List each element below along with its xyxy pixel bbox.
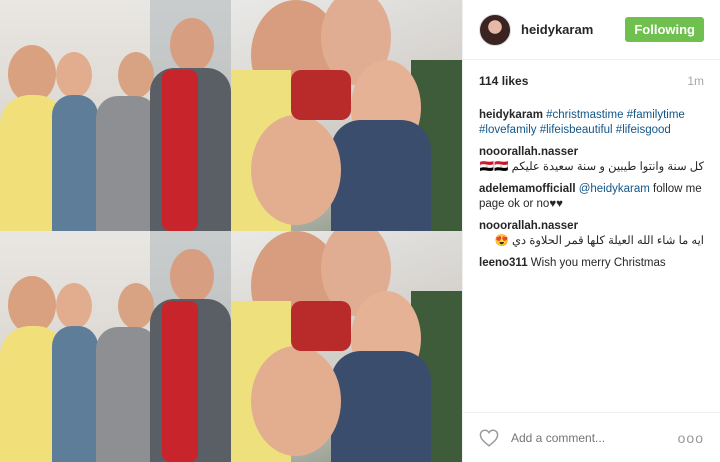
comment-username[interactable]: nooorallah.nasser [479, 220, 578, 232]
comment-username[interactable]: nooorallah.nasser [479, 146, 578, 158]
comment-mention[interactable]: @heidykaram [579, 183, 650, 195]
comment-text: ايه ما شاء الله العيلة كلها قمر الحلاوة … [494, 235, 704, 247]
caption: heidykaram #christmastime #familytime #l… [479, 108, 704, 138]
photo-tile-family-standing-repeat [0, 231, 231, 462]
more-options-icon[interactable]: ooo [678, 430, 704, 446]
comment-bar: ooo [463, 412, 720, 462]
comment-list: heidykaram #christmastime #familytime #l… [463, 96, 720, 412]
list-item: nooorallah.nasser ايه ما شاء الله العيلة… [479, 219, 704, 249]
list-item: leeno311 Wish you merry Christmas [479, 256, 704, 271]
heart-icon[interactable] [479, 428, 499, 447]
post-sidebar: heidykaram Following 114 likes 1m heidyk… [462, 0, 720, 462]
post-stats: 114 likes 1m [463, 60, 720, 96]
likes-count[interactable]: 114 likes [479, 74, 528, 88]
photo-tile-family-standing [0, 0, 231, 231]
comment-text: كل سنة وانتوا طيبين و سنة سعيدة عليكم 🇪🇬… [479, 161, 704, 173]
post-age[interactable]: 1m [687, 74, 704, 88]
comment-username[interactable]: leeno311 [479, 257, 528, 269]
avatar[interactable] [479, 13, 511, 46]
comment-text: Wish you merry Christmas [530, 257, 666, 269]
following-button[interactable]: Following [625, 17, 704, 42]
post-author-username[interactable]: heidykaram [521, 22, 625, 37]
post-photo[interactable] [0, 0, 462, 462]
comment-username[interactable]: adelemamofficiall [479, 183, 576, 195]
post-header: heidykaram Following [463, 0, 720, 60]
instagram-post: heidykaram Following 114 likes 1m heidyk… [0, 0, 720, 462]
photo-tile-selfie [231, 0, 462, 231]
photo-tile-selfie-repeat [231, 231, 462, 462]
list-item: nooorallah.nasser كل سنة وانتوا طيبين و … [479, 145, 704, 175]
caption-username[interactable]: heidykaram [479, 109, 543, 121]
list-item: adelemamofficiall @heidykaram follow me … [479, 182, 704, 212]
add-comment-input[interactable] [509, 429, 678, 446]
